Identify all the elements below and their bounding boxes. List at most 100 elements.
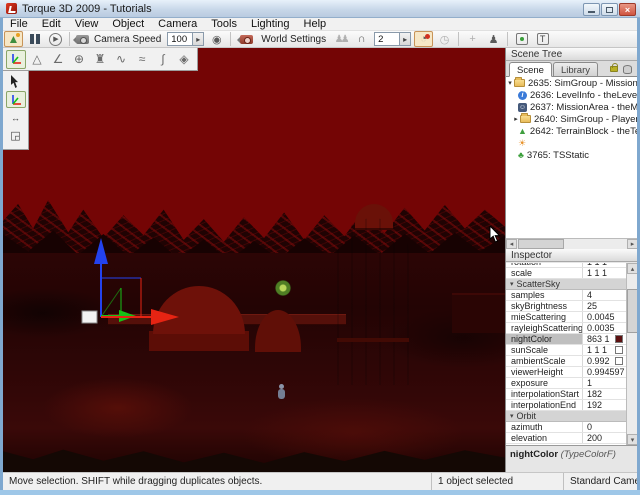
prop-sunscale[interactable]: sunScale 1 1 1	[506, 345, 626, 356]
menu-file[interactable]: File	[3, 18, 35, 31]
gizmo-origin-cube[interactable]	[82, 311, 97, 323]
menu-camera[interactable]: Camera	[151, 18, 204, 31]
expander-closed-icon[interactable]: ▸	[512, 115, 520, 123]
tab-scene[interactable]: Scene	[509, 62, 552, 77]
tree-item-missionarea[interactable]: ☺ 2637: MissionArea - theMis	[506, 101, 638, 113]
road-tool[interactable]: ∿	[111, 50, 131, 69]
color-swatch[interactable]	[615, 357, 623, 365]
text-toggle-button[interactable]: T	[533, 31, 552, 47]
maximize-button[interactable]	[601, 3, 618, 16]
delete-icon[interactable]	[623, 65, 632, 74]
scattersky-billboard-icon[interactable]	[275, 280, 291, 296]
3d-viewport[interactable]	[3, 48, 505, 472]
terrain-editor-tool[interactable]: △	[27, 50, 47, 69]
add-object-button[interactable]: +	[463, 31, 482, 47]
object-editor-tool[interactable]	[6, 50, 26, 69]
play-button[interactable]: ▶	[46, 31, 65, 47]
prop-miescattering[interactable]: mieScattering 0.0045	[506, 312, 626, 323]
menu-object[interactable]: Object	[105, 18, 151, 31]
prop-value[interactable]: 200	[582, 433, 626, 443]
group-scattersky[interactable]: ▾ ScatterSky	[506, 279, 626, 290]
gizmo-arrowhead-z[interactable]	[94, 238, 108, 264]
menu-view[interactable]: View	[68, 18, 106, 31]
prop-value[interactable]: 1 1 1	[582, 263, 626, 267]
camera-speed-combo[interactable]: 100 ▸	[167, 32, 204, 46]
tree-item-terrainblock[interactable]: ▲ 2642: TerrainBlock - theTerrain	[506, 125, 638, 137]
player-spawn-figure[interactable]	[276, 384, 287, 400]
lock-icon[interactable]	[610, 66, 618, 72]
prop-samples[interactable]: samples 4	[506, 290, 626, 301]
snap-toggle-button[interactable]: ∩	[352, 31, 371, 47]
tab-library[interactable]: Library	[553, 62, 598, 77]
select-tool[interactable]	[6, 73, 26, 90]
combo-arrow-icon[interactable]: ▸	[399, 33, 410, 45]
decal-tool[interactable]: ◈	[174, 50, 194, 69]
visibility-button[interactable]: ◉	[207, 31, 226, 47]
minimize-button[interactable]	[583, 3, 600, 16]
menu-tools[interactable]: Tools	[204, 18, 244, 31]
color-swatch[interactable]	[615, 335, 623, 343]
terrain-slope-tool[interactable]: ∠	[48, 50, 68, 69]
prop-value[interactable]: 0.0045	[582, 312, 626, 322]
prop-value[interactable]: 4	[582, 290, 626, 300]
prop-nightcolor-selected[interactable]: nightColor 863 1	[506, 334, 626, 345]
color-swatch[interactable]	[615, 346, 623, 354]
menu-edit[interactable]: Edit	[35, 18, 68, 31]
menu-help[interactable]: Help	[297, 18, 334, 31]
prop-viewerheight[interactable]: viewerHeight 0.994597	[506, 367, 626, 378]
mesh-road-tool[interactable]: ∫	[153, 50, 173, 69]
close-button[interactable]: ×	[619, 3, 636, 16]
move-gizmo[interactable]	[73, 228, 193, 332]
scale-tool[interactable]: ◲	[6, 127, 26, 144]
prop-rayleighscattering[interactable]: rayleighScattering 0.0035	[506, 323, 626, 334]
rotate-tool[interactable]: ↔	[6, 109, 26, 126]
tree-item-scattersky-selected[interactable]: ☀ 3553: ScatterSky - theSky	[506, 137, 638, 149]
prop-value[interactable]: 25	[582, 301, 626, 311]
prop-value[interactable]: 863 1	[582, 334, 626, 344]
prop-value[interactable]: 1 1 1	[582, 268, 626, 278]
tree-item-tsstatic[interactable]: ♣ 3765: TSStatic	[506, 149, 638, 161]
prop-value[interactable]: 182	[582, 389, 626, 399]
prop-value[interactable]: 0	[582, 422, 626, 432]
combo-arrow-icon[interactable]: ▸	[192, 33, 203, 45]
scroll-left-icon[interactable]: ◂	[506, 239, 517, 249]
prop-value[interactable]: 192	[582, 400, 626, 410]
drop-player-button[interactable]: ♟	[484, 31, 503, 47]
editor-panels-button[interactable]	[25, 31, 44, 47]
tree-item-playerdroppoints[interactable]: ▸ 2640: SimGroup - PlayerDropP	[506, 113, 638, 125]
prop-scale[interactable]: scale 1 1 1	[506, 268, 626, 279]
gizmo-arrowhead-x[interactable]	[151, 309, 179, 325]
prop-value[interactable]: 0.992	[582, 356, 626, 366]
prop-ambientscale[interactable]: ambientScale 0.992	[506, 356, 626, 367]
prop-interpolationstart[interactable]: interpolationStart 182	[506, 389, 626, 400]
stamp-tool[interactable]: ♜	[90, 50, 110, 69]
title-bar[interactable]: Torque 3D 2009 - Tutorials ×	[0, 0, 640, 18]
frame-selection-button[interactable]	[512, 31, 531, 47]
prop-value[interactable]: 1	[582, 378, 626, 388]
time-gauge-button[interactable]: ◷	[435, 31, 454, 47]
scrollbar-thumb[interactable]	[518, 239, 564, 249]
tree-horizontal-scrollbar[interactable]: ◂ ▸	[506, 238, 638, 249]
group-orbit[interactable]: ▾ Orbit	[506, 411, 626, 422]
prop-value[interactable]: 0.0035	[582, 323, 626, 333]
move-tool[interactable]	[6, 91, 26, 108]
snap-size-combo[interactable]: 2 ▸	[374, 32, 411, 46]
status-camera-mode[interactable]: Standard Camera	[563, 473, 637, 490]
prop-value[interactable]: 0.994597	[582, 367, 626, 377]
prop-azimuth[interactable]: azimuth 0	[506, 422, 626, 433]
prop-exposure[interactable]: exposure 1	[506, 378, 626, 389]
river-tool[interactable]: ≈	[132, 50, 152, 69]
tree-item-missiongroup[interactable]: ▾ 2635: SimGroup - MissionGroup	[506, 77, 638, 89]
prop-skybrightness[interactable]: skyBrightness 25	[506, 301, 626, 312]
prop-elevation[interactable]: elevation 200	[506, 433, 626, 444]
menu-lighting[interactable]: Lighting	[244, 18, 297, 31]
terrain-painter-tool[interactable]: ⊕	[69, 50, 89, 69]
drop-camera-button[interactable]	[235, 31, 258, 47]
expander-open-icon[interactable]: ▾	[506, 79, 514, 87]
player-pair-button[interactable]: ♟♟	[331, 31, 350, 47]
scene-editor-button[interactable]: ▲	[4, 31, 23, 47]
speed-gauge-button[interactable]: ◔	[414, 31, 433, 47]
prop-interpolationend[interactable]: interpolationEnd 192	[506, 400, 626, 411]
prop-value[interactable]: 1 1 1	[582, 345, 626, 355]
tree-item-levelinfo[interactable]: i 2636: LevelInfo - theLevelInfo	[506, 89, 638, 101]
